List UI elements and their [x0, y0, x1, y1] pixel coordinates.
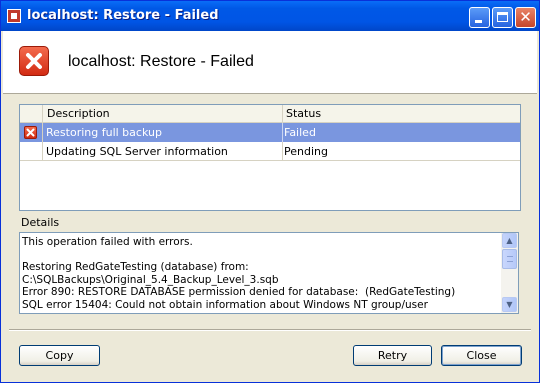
- details-label: Details: [21, 216, 60, 229]
- close-icon: ✕: [519, 8, 532, 26]
- column-separator: [42, 105, 43, 122]
- column-separator[interactable]: [282, 105, 283, 122]
- task-status: Pending: [284, 145, 328, 158]
- cell-separator: [282, 123, 283, 142]
- task-list-header: Description Status: [20, 105, 520, 123]
- grip-icon: [507, 256, 513, 262]
- close-button[interactable]: Close: [441, 345, 522, 366]
- scroll-thumb[interactable]: [502, 249, 517, 269]
- dialog-header: localhost: Restore - Failed: [3, 31, 537, 94]
- chevron-down-icon: ▼: [506, 300, 513, 309]
- title-bar[interactable]: localhost: Restore - Failed ✕: [1, 1, 539, 31]
- retry-button[interactable]: Retry: [353, 345, 432, 366]
- details-line: Restoring RedGateTesting (database) from…: [22, 261, 249, 274]
- error-icon: [19, 46, 49, 76]
- copy-button[interactable]: Copy: [19, 345, 100, 366]
- close-window-button[interactable]: ✕: [515, 7, 536, 28]
- cell-separator: [42, 142, 43, 161]
- app-icon[interactable]: [7, 9, 21, 23]
- restore-failed-dialog: localhost: Restore - Failed ✕ localhost:…: [0, 0, 540, 383]
- task-status: Failed: [284, 126, 316, 139]
- details-line: Error 890: RESTORE DATABASE permission d…: [22, 286, 456, 299]
- cell-separator: [42, 123, 43, 142]
- task-row-updating[interactable]: Updating SQL Server information Pending: [20, 142, 520, 161]
- details-textbox[interactable]: This operation failed with errors. Resto…: [19, 232, 519, 314]
- minimize-icon: [475, 20, 482, 23]
- details-line: This operation failed with errors.: [22, 236, 193, 248]
- window-title: localhost: Restore - Failed: [27, 8, 219, 23]
- details-line: [22, 249, 500, 262]
- chevron-up-icon: ▲: [506, 236, 513, 245]
- error-icon: [24, 126, 37, 139]
- details-line: C:\SQLBackups\Original_5.4_Backup_Level_…: [22, 273, 279, 286]
- column-header-description[interactable]: Description: [47, 107, 110, 120]
- maximize-icon: [497, 12, 508, 22]
- maximize-button[interactable]: [492, 7, 513, 28]
- scroll-down-button[interactable]: ▼: [502, 297, 517, 312]
- footer-divider: [9, 329, 531, 331]
- task-description: Updating SQL Server information: [46, 145, 228, 158]
- minimize-button[interactable]: [469, 7, 490, 28]
- cell-separator: [282, 142, 283, 161]
- task-row-restoring[interactable]: Restoring full backup Failed: [20, 123, 520, 142]
- task-list[interactable]: Description Status Restoring full backup…: [19, 104, 521, 211]
- details-scrollbar[interactable]: ▲ ▼: [501, 233, 518, 313]
- column-header-status[interactable]: Status: [286, 107, 321, 120]
- header-title: localhost: Restore - Failed: [68, 53, 254, 70]
- task-description: Restoring full backup: [46, 126, 162, 139]
- details-line: SQL error 15404: Could not obtain inform…: [22, 298, 428, 311]
- details-text: This operation failed with errors. Resto…: [22, 236, 500, 312]
- scroll-up-button[interactable]: ▲: [502, 233, 517, 248]
